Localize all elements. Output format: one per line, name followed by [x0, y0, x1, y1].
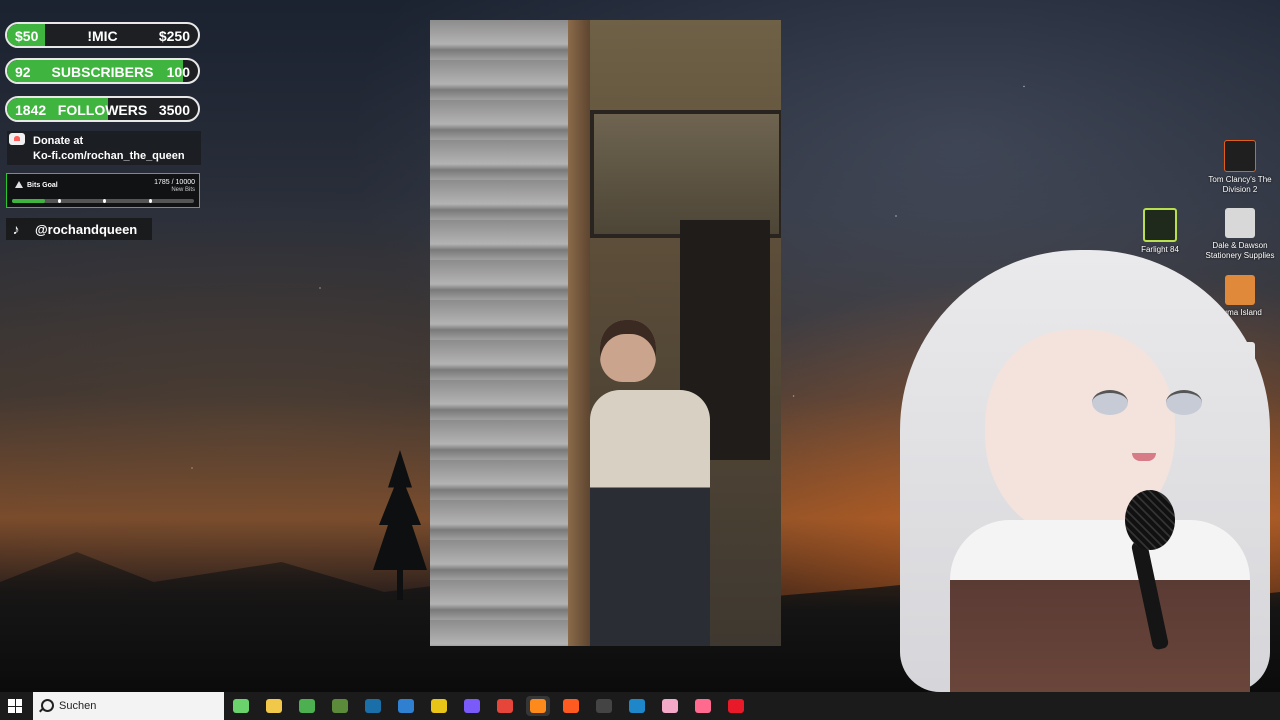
- avatar-right-eye: [1166, 390, 1202, 415]
- goal-bar-subscribers: 92 SUBSCRIBERS 100: [5, 58, 200, 84]
- search-placeholder: Suchen: [59, 700, 97, 712]
- avatar-left-eye: [1092, 390, 1128, 415]
- taskbar-item-obs[interactable]: [592, 696, 616, 716]
- sync-app-icon: [629, 699, 645, 713]
- taskbar-item-minecraft[interactable]: [328, 696, 352, 716]
- bits-goal-count: 1785 / 10000: [154, 179, 195, 186]
- video-person-head: [600, 320, 656, 382]
- video-pillar: [568, 20, 590, 646]
- calculator-icon: [233, 699, 249, 713]
- bits-milestone-dot: [103, 199, 106, 203]
- goal-target: 100: [166, 64, 190, 80]
- donate-url: Ko-fi.com/rochan_the_queen: [33, 150, 185, 162]
- bits-milestone-dot: [57, 199, 61, 203]
- taskbar-search[interactable]: Suchen: [33, 692, 224, 720]
- taskbar-item-sync-app[interactable]: [625, 696, 649, 716]
- taskbar-item-geforce[interactable]: [427, 696, 451, 716]
- goal-target: $250: [158, 28, 190, 44]
- tablet-app-icon: [695, 699, 711, 713]
- goal-bar-mic: $50 !MIC $250: [5, 22, 200, 48]
- geforce-icon: [431, 699, 447, 713]
- bits-goal-widget: Bits Goal 1785 / 10000 New Bits: [6, 173, 200, 208]
- bits-milestone-dot: [148, 199, 152, 203]
- kofi-cup-icon: [9, 133, 25, 145]
- taskbar: Suchen: [0, 692, 1280, 720]
- bits-triangle-icon: [15, 181, 23, 188]
- donate-label: Donate at: [33, 135, 84, 147]
- minecraft-icon: [332, 699, 348, 713]
- steam-icon: [365, 699, 381, 713]
- taskbar-item-calculator[interactable]: [229, 696, 253, 716]
- taskbar-item-chrome[interactable]: [493, 696, 517, 716]
- taskbar-item-tablet-app[interactable]: [691, 696, 715, 716]
- avatar-outfit: [950, 520, 1250, 692]
- tiktok-handle: ♪ @rochandqueen: [6, 218, 152, 240]
- firefox-icon: [530, 699, 546, 713]
- windows-start-icon[interactable]: [8, 699, 22, 713]
- file-explorer-icon: [266, 699, 282, 713]
- donate-panel: Donate at Ko-fi.com/rochan_the_queen: [7, 131, 201, 165]
- division2-game-icon: [1224, 140, 1256, 172]
- bits-progress-fill: [12, 199, 45, 203]
- taskbar-item-xbox[interactable]: [295, 696, 319, 716]
- video-person-body: [590, 390, 710, 646]
- dale-dawson-game-icon: [1225, 208, 1255, 238]
- search-icon: [41, 699, 54, 712]
- bits-progress-track: [12, 199, 194, 203]
- taskbar-item-opera[interactable]: [724, 696, 748, 716]
- goal-target: 3500: [158, 102, 190, 118]
- chrome-icon: [497, 699, 513, 713]
- taskbar-item-steam[interactable]: [361, 696, 385, 716]
- video-window: [590, 110, 781, 238]
- window-app-icon: [398, 699, 414, 713]
- video-player[interactable]: [430, 20, 781, 646]
- taskbar-item-discord[interactable]: [460, 696, 484, 716]
- vtuber-avatar: [870, 250, 1280, 692]
- discord-icon: [464, 699, 480, 713]
- opera-icon: [728, 699, 744, 713]
- taskbar-item-window-app[interactable]: [394, 696, 418, 716]
- tiktok-icon: ♪: [12, 221, 20, 237]
- bits-goal-label: Bits Goal: [27, 182, 58, 189]
- brave-icon: [563, 699, 579, 713]
- desktop-icon-label: Tom Clancy's The Division 2: [1208, 175, 1272, 194]
- microphone-icon: [1125, 490, 1175, 550]
- video-wall: [430, 20, 570, 646]
- desktop-icon-division2[interactable]: Tom Clancy's The Division 2: [1205, 140, 1275, 195]
- bits-goal-unit: New Bits: [171, 187, 195, 193]
- vtube-studio-icon: [662, 699, 678, 713]
- goal-bar-followers: 1842 FOLLOWERS 3500: [5, 96, 200, 122]
- taskbar-item-vtube-studio[interactable]: [658, 696, 682, 716]
- taskbar-item-firefox[interactable]: [526, 696, 550, 716]
- taskbar-item-brave[interactable]: [559, 696, 583, 716]
- taskbar-item-file-explorer[interactable]: [262, 696, 286, 716]
- desktop-icon-farlight84[interactable]: Farlight 84: [1125, 208, 1195, 255]
- farlight84-game-icon: [1143, 208, 1177, 242]
- tiktok-handle-text: @rochandqueen: [35, 222, 138, 237]
- obs-icon: [596, 699, 612, 713]
- xbox-icon: [299, 699, 315, 713]
